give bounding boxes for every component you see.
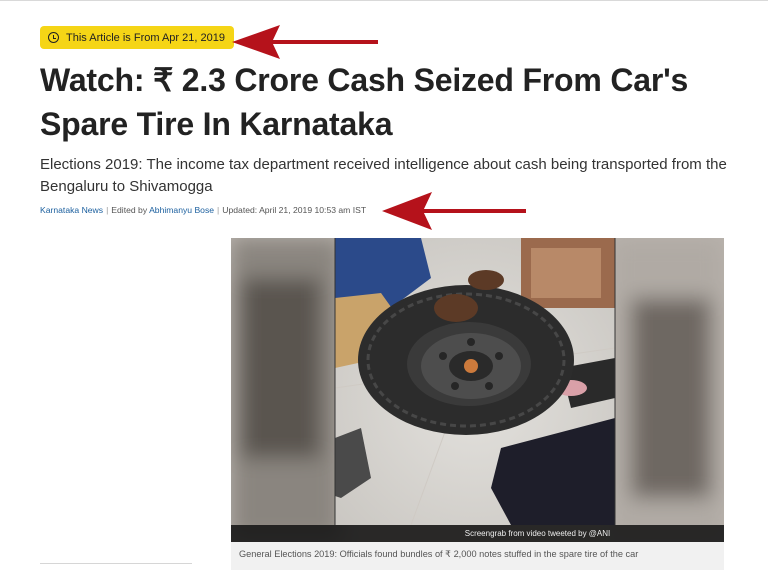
top-border (0, 0, 768, 1)
article-headline: Watch: ₹ 2.3 Crore Cash Seized From Car'… (40, 62, 689, 142)
editor-link[interactable]: Abhimanyu Bose (149, 205, 214, 215)
clock-icon (48, 32, 59, 43)
tire-photo (231, 238, 724, 542)
byline-separator: | (217, 205, 220, 215)
image-credit: Screengrab from video tweeted by @ANI (464, 529, 611, 538)
article-date-badge: This Article is From Apr 21, 2019 (40, 26, 234, 49)
annotation-arrow-updated (382, 192, 526, 230)
article-byline: Karnataka News | Edited by Abhimanyu Bose |… (40, 205, 366, 215)
category-link[interactable]: Karnataka News (40, 205, 103, 215)
updated-timestamp: Updated: April 21, 2019 10:53 am IST (222, 205, 367, 215)
sidebar-divider (40, 563, 192, 564)
image-credit-bar: Screengrab from video tweeted by @ANI (231, 525, 724, 542)
image-caption: General Elections 2019: Officials found … (231, 542, 724, 570)
byline-separator: | (106, 205, 109, 215)
article-date-label: This Article is From Apr 21, 2019 (66, 31, 225, 44)
article-hero-image: Screengrab from video tweeted by @ANI (231, 238, 724, 542)
edited-by-label: Edited by (111, 205, 148, 215)
annotation-arrow-date (232, 25, 378, 59)
